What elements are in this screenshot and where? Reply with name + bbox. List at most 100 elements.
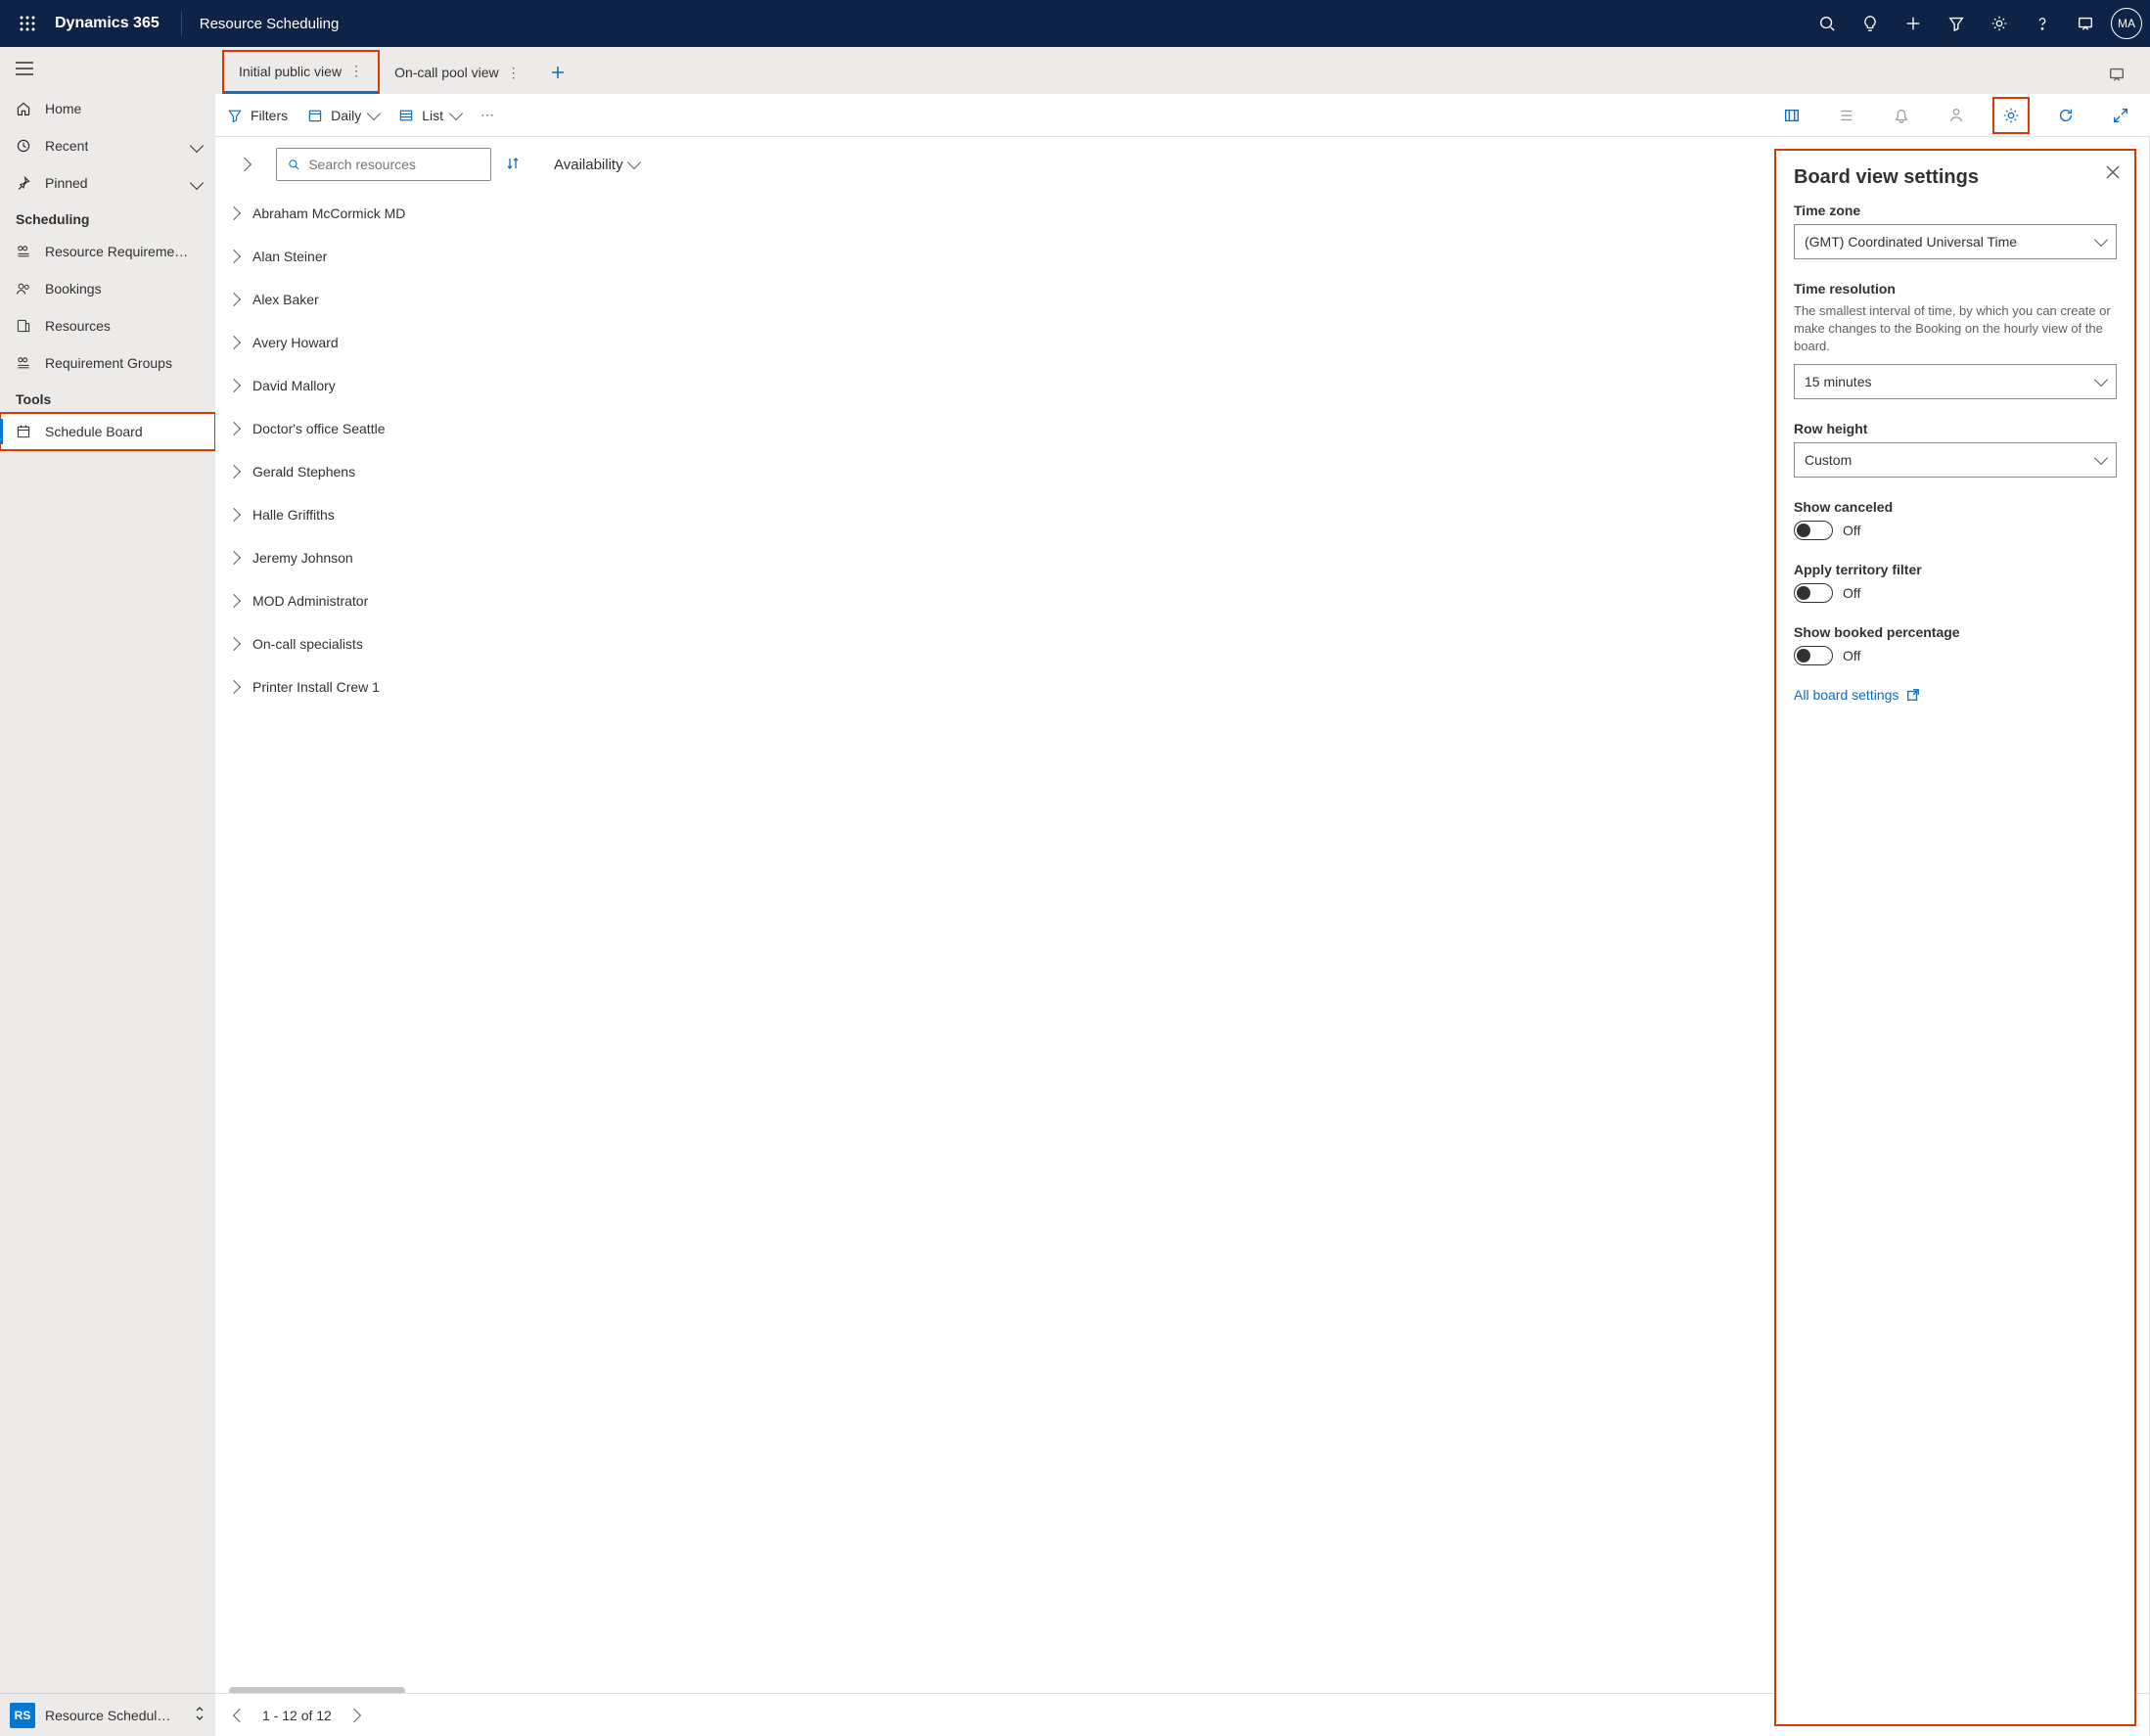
resource-icon [16,318,31,334]
nav-label: Requirement Groups [45,355,172,371]
chevron-right-icon [229,249,239,264]
nav-collapse-button[interactable] [0,47,215,90]
clock-icon [16,138,31,154]
refresh-icon[interactable] [2048,98,2083,133]
prev-page-button[interactable] [235,1708,245,1723]
booked-percentage-toggle[interactable] [1794,646,1833,665]
nav-label: Schedule Board [45,424,143,439]
user-avatar[interactable]: MA [2111,8,2142,39]
row-height-select[interactable]: Custom [1794,442,2117,478]
help-icon[interactable] [2021,2,2064,45]
area-switcher[interactable]: RS Resource Schedul… [0,1693,215,1736]
overflow-button[interactable]: ⋯ [480,107,494,123]
timezone-select[interactable]: (GMT) Coordinated Universal Time [1794,224,2117,259]
tab-menu-icon[interactable]: ⋮ [349,63,363,79]
popout-icon [1906,688,1920,702]
sort-icon[interactable] [505,156,521,174]
row-height-label: Row height [1794,421,2117,436]
nav-label: Resources [45,318,111,334]
add-tab-button[interactable] [536,51,579,94]
chevron-right-icon [229,507,239,523]
tab-on-call-pool-view[interactable]: On-call pool view ⋮ [379,51,536,94]
left-nav: Home Recent Pinned Scheduling Resource R… [0,47,215,1736]
all-board-settings-link[interactable]: All board settings [1794,687,2117,703]
chevron-right-icon [229,378,239,393]
brand-name[interactable]: Dynamics 365 [47,15,175,32]
timezone-label: Time zone [1794,203,2117,218]
nav-requirement-groups[interactable]: Requirement Groups [0,344,215,382]
chevron-down-icon [192,138,202,154]
expand-icon[interactable] [2103,98,2138,133]
chevron-right-icon [229,206,239,221]
filters-button[interactable]: Filters [227,108,288,123]
time-resolution-select[interactable]: 15 minutes [1794,364,2117,399]
search-field[interactable] [308,157,480,172]
chevron-right-icon [229,550,239,566]
availability-dropdown[interactable]: Availability [534,157,639,173]
nav-section-tools: Tools [0,382,215,413]
territory-filter-state: Off [1843,585,1860,601]
app-launcher-icon[interactable] [8,4,47,43]
chevron-right-icon [229,636,239,652]
next-page-button[interactable] [349,1708,359,1723]
chevron-down-icon [2094,233,2108,247]
board-tabs: Initial public view ⋮ On-call pool view … [215,47,2150,94]
plus-icon[interactable] [1892,2,1935,45]
tab-initial-public-view[interactable]: Initial public view ⋮ [223,51,379,94]
nav-home[interactable]: Home [0,90,215,127]
list-dropdown[interactable]: List [398,108,461,123]
tab-label: Initial public view [239,64,342,79]
chat-panel-icon[interactable] [2097,55,2136,94]
resource-name: Printer Install Crew 1 [252,679,380,695]
nav-label: Resource Requireme… [45,244,188,259]
filter-icon[interactable] [1935,2,1978,45]
chevron-down-icon [627,156,641,169]
resource-name: Jeremy Johnson [252,550,353,566]
close-panel-button[interactable] [2105,164,2121,183]
search-resources-input[interactable] [276,148,491,181]
nav-section-scheduling: Scheduling [0,202,215,233]
nav-schedule-board[interactable]: Schedule Board [0,413,215,450]
daily-dropdown[interactable]: Daily [307,108,379,123]
pager-range: 1 - 12 of 12 [262,1708,332,1723]
time-resolution-label: Time resolution [1794,281,2117,297]
group-list-icon [16,355,31,371]
nav-recent[interactable]: Recent [0,127,215,164]
filter-icon [227,108,243,123]
search-icon[interactable] [1806,2,1849,45]
chevron-right-icon [229,679,239,695]
command-bar: Filters Daily List ⋯ [215,94,2150,137]
list-icon [398,108,414,123]
nav-resources[interactable]: Resources [0,307,215,344]
person-icon[interactable] [1939,98,1974,133]
nav-resource-requirements[interactable]: Resource Requireme… [0,233,215,270]
people-icon [16,281,31,297]
gear-icon[interactable] [1978,2,2021,45]
board-settings-button[interactable] [1993,98,2029,133]
nav-home-label: Home [45,101,81,116]
calendar-icon [307,108,323,123]
nav-label: Bookings [45,281,102,297]
chevron-down-icon [449,106,463,119]
bell-icon[interactable] [1884,98,1919,133]
nav-bookings[interactable]: Bookings [0,270,215,307]
resource-name: Alex Baker [252,292,319,307]
nav-pinned[interactable]: Pinned [0,164,215,202]
chevron-right-icon [229,593,239,609]
home-icon [16,101,31,116]
resource-name: Alan Steiner [252,249,327,264]
assistant-icon[interactable] [2064,2,2107,45]
chevron-down-icon [2094,450,2108,464]
panel-title: Board view settings [1794,166,2117,189]
lightbulb-icon[interactable] [1849,2,1892,45]
time-resolution-value: 15 minutes [1805,374,1871,389]
territory-filter-toggle[interactable] [1794,583,1833,603]
legend-icon[interactable] [1829,98,1864,133]
map-icon[interactable] [1774,98,1809,133]
resource-name: Avery Howard [252,335,339,350]
show-canceled-toggle[interactable] [1794,521,1833,540]
resource-name: David Mallory [252,378,336,393]
tab-menu-icon[interactable]: ⋮ [507,65,521,81]
expand-column-button[interactable] [227,160,262,169]
tab-label: On-call pool view [394,65,499,80]
